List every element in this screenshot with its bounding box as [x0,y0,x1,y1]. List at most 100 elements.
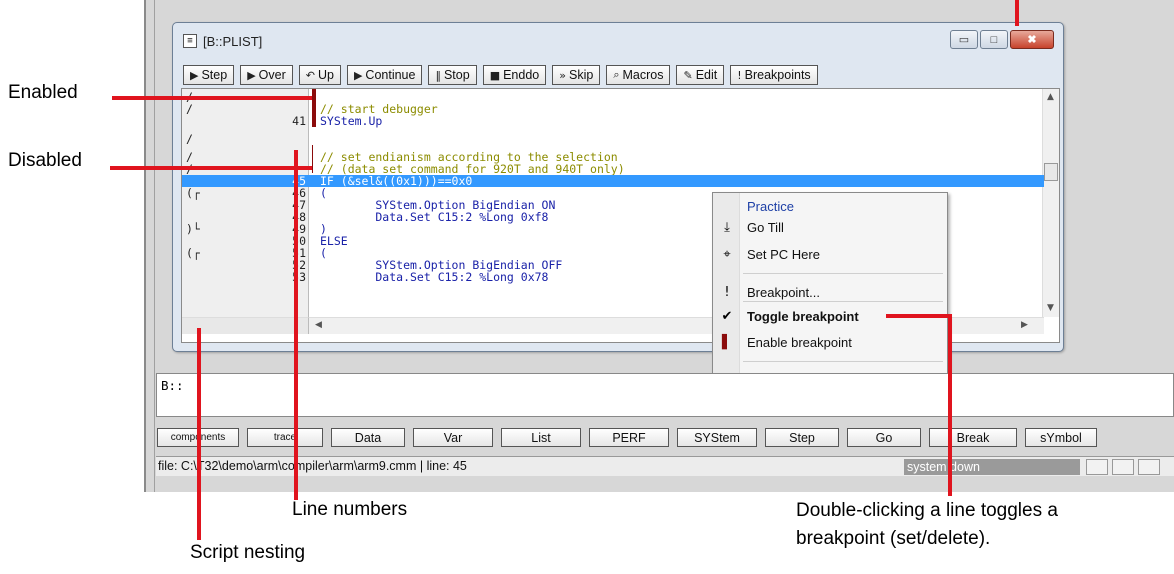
up-icon: ↶ [305,68,315,82]
context-menu-item-toggle-breakpoint[interactable]: Toggle breakpoint [747,309,859,324]
callout-line-enabled [112,96,312,100]
softkey-trace[interactable]: trace [247,428,323,447]
toolbar-button-label: Up [317,68,334,82]
nesting-mark: )└ [186,222,200,236]
window-controls: ▭ □ ✖ [950,30,1054,49]
softkey-step[interactable]: Step [765,428,839,447]
close-button[interactable]: ✖ [1010,30,1054,49]
status-cell [1138,459,1160,475]
scroll-right-icon[interactable]: ▶ [1021,320,1028,330]
set-pc-icon: ⌖ [723,247,731,262]
nesting-mark: (┌ [186,186,200,200]
code-text: IF (&sel&((0x1)))==0x0 [320,174,473,188]
softkey-perf[interactable]: PERF [589,428,669,447]
callout-line-breakpoints [1015,0,1019,26]
status-bar: file: C:\T32\demo\arm\compiler\arm\arm9.… [156,456,1174,476]
context-menu-item-set-pc-here[interactable]: Set PC Here [747,247,820,262]
stop-icon: ‖ [435,68,441,82]
scroll-up-icon[interactable]: ▲ [1047,92,1054,102]
toolbar-skip-button[interactable]: » Skip [552,65,601,85]
scroll-down-icon[interactable]: ▼ [1047,303,1054,313]
context-menu-separator [743,361,943,362]
check-icon: ✔ [721,309,733,324]
list-window-icon: ≡ [183,34,197,48]
callout-double-click-line-1: Double-clicking a line toggles a [796,500,1058,521]
skip-icon: » [559,68,566,82]
toolbar-up-button[interactable]: ↶ Up [298,65,341,85]
minimize-icon: ▭ [958,34,970,46]
gutter-scrollbar[interactable] [182,317,309,334]
callout-line-toggle-horizontal [886,314,952,318]
edit-icon: ✎ [683,68,693,82]
context-menu-item-go-till[interactable]: Go Till [747,220,784,235]
toolbar-step-button[interactable]: ▶ Step [183,65,235,85]
softkey-data[interactable]: Data [331,428,405,447]
toolbar-button-label: Step [201,68,228,82]
vertical-scroll-thumb[interactable] [1044,163,1058,181]
minimize-button[interactable]: ▭ [950,30,978,49]
code-line[interactable]: / [182,133,1044,145]
toolbar-button-label: Edit [695,68,718,82]
toolbar-enddo-button[interactable]: ■ Enddo [482,65,547,85]
softkey-list[interactable]: List [501,428,581,447]
toolbar-breakpoints-button[interactable]: ! Breakpoints [730,65,818,85]
frame-edge [154,0,155,492]
window-titlebar[interactable]: ≡ [B::PLIST] [183,32,262,50]
maximize-button[interactable]: □ [980,30,1008,49]
toolbar-stop-button[interactable]: ‖ Stop [428,65,477,85]
context-menu-separator [743,301,943,302]
context-menu-item-breakpoint[interactable]: Breakpoint... [747,285,820,300]
window-title: [B::PLIST] [203,33,263,49]
status-state: system down [904,459,1080,475]
nesting-mark: (┌ [186,246,200,260]
go-till-icon: ⤓ [724,220,730,235]
scroll-left-icon[interactable]: ◀ [315,320,322,330]
context-menu-header: Practice [747,199,794,214]
softkey-break[interactable]: Break [929,428,1017,447]
toolbar-button-label: Stop [443,68,470,82]
status-cell [1112,459,1134,475]
callout-disabled: Disabled [8,150,82,171]
close-icon: ✖ [1027,34,1037,46]
nesting-mark: / [186,132,193,146]
nesting-mark: / [186,102,193,116]
breakpoint-enabled-marker[interactable] [312,89,316,127]
toolbar-macros-button[interactable]: ⌕ Macros [606,65,671,85]
callout-double-click-line-2: breakpoint (set/delete). [796,528,991,549]
breakpoint-icon: ! [724,285,730,300]
softkey-var[interactable]: Var [413,428,493,447]
command-line[interactable]: B:: [156,373,1174,417]
macros-icon: ⌕ [613,68,620,81]
toolbar-button-label: Enddo [503,68,540,82]
callout-line-script-nesting [197,328,201,540]
softkey-bar: componentstraceDataVarListPERFSYStemStep… [157,428,1097,447]
toolbar-button-label: Breakpoints [744,68,811,82]
callout-double-click: Double-clicking a line toggles a breakpo… [796,497,1058,553]
toolbar-button-label: Over [258,68,286,82]
softkey-go[interactable]: Go [847,428,921,447]
toolbar-button-label: Continue [365,68,416,82]
toolbar-edit-button[interactable]: ✎ Edit [676,65,725,85]
enddo-icon: ■ [489,68,501,82]
enable-breakpoint-icon: ▌ [722,335,732,350]
over-icon: ▶ [247,68,256,82]
toolbar-continue-button[interactable]: ▶ Continue [346,65,423,85]
breakpoints-icon: ! [737,68,742,82]
callout-line-numbers: Line numbers [292,499,408,520]
vertical-scrollbar[interactable]: ▲ ▼ [1042,89,1059,317]
code-line-selected[interactable]: 45 IF (&sel&((0x1)))==0x0 [182,175,1044,187]
softkey-system[interactable]: SYStem [677,428,757,447]
status-cell [1086,459,1108,475]
code-text: Data.Set C15:2 %Long 0x78 [320,270,549,284]
toolbar-over-button[interactable]: ▶ Over [240,65,293,85]
command-prompt: B:: [161,378,184,393]
toolbar-button-label: Macros [622,68,664,82]
line-number: 53 [292,270,306,284]
continue-icon: ▶ [353,68,363,82]
line-number: 41 [292,114,306,128]
maximize-icon: □ [990,33,998,46]
breakpoint-disabled-marker[interactable] [312,145,317,173]
context-menu-item-enable-breakpoint[interactable]: Enable breakpoint [747,335,852,350]
softkey-symbol[interactable]: sYmbol [1025,428,1097,447]
callout-enabled: Enabled [8,82,78,103]
